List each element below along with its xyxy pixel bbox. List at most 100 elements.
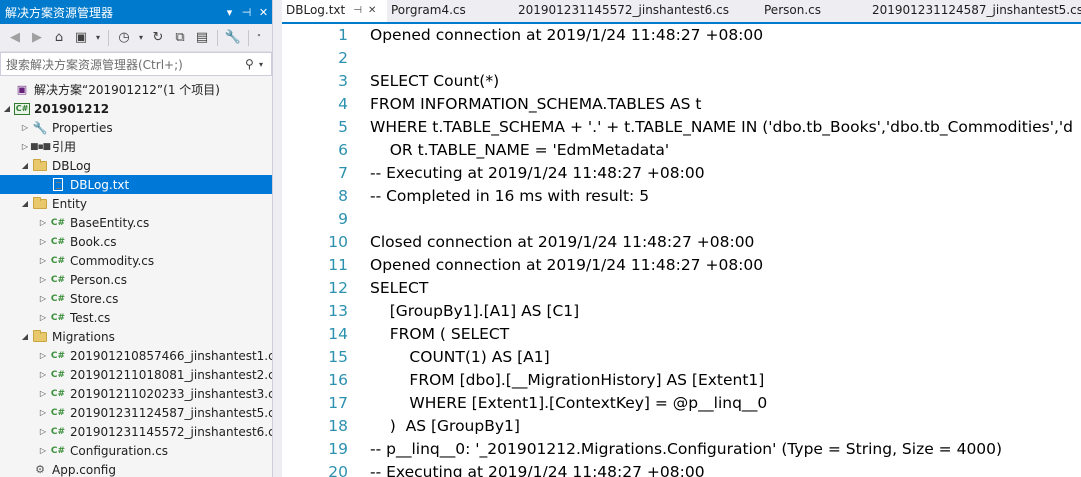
code-line[interactable]: 15 COUNT(1) AS [A1] xyxy=(282,345,549,368)
csharp-file-icon: C# xyxy=(50,293,66,304)
code-line[interactable]: 4 FROM INFORMATION_SCHEMA.TABLES AS t xyxy=(282,92,701,115)
tree-item-label: 解决方案“201901212”(1 个项目) xyxy=(34,83,220,97)
window-position-dropdown-icon[interactable]: ▾ xyxy=(221,6,238,19)
code-line[interactable]: 2 xyxy=(282,46,370,69)
code-line[interactable]: 9 xyxy=(282,207,370,230)
tree-item[interactable]: ▷ 🔧 Properties xyxy=(0,118,272,137)
tree-item[interactable]: ▷ C# 201901211018081_jinshantest2.c xyxy=(0,365,272,384)
pending-changes-filter-icon[interactable]: ◷ xyxy=(114,28,134,48)
properties-wrench-icon[interactable]: 🔧 xyxy=(223,28,243,48)
collapsed-arrow-icon[interactable]: ▷ xyxy=(36,218,50,227)
sync-refresh-icon[interactable]: ↻ xyxy=(148,28,168,48)
tree-item[interactable]: ◢ DBLog xyxy=(0,156,272,175)
back-icon[interactable]: ◀ xyxy=(5,28,25,48)
code-line[interactable]: 6 OR t.TABLE_NAME = 'EdmMetadata' xyxy=(282,138,669,161)
code-line[interactable]: 11 Opened connection at 2019/1/24 11:48:2… xyxy=(282,253,763,276)
tab-document[interactable]: Porgram4.cs xyxy=(387,0,514,22)
code-line[interactable]: 5 WHERE t.TABLE_SCHEMA + '.' + t.TABLE_NA… xyxy=(282,115,1073,138)
tree-item[interactable]: ◢ Entity xyxy=(0,194,272,213)
tree-item[interactable]: DBLog.txt xyxy=(0,175,272,194)
tab-close-icon[interactable]: ✕ xyxy=(368,5,376,16)
collapsed-arrow-icon[interactable]: ▷ xyxy=(36,275,50,284)
collapsed-arrow-icon[interactable]: ▷ xyxy=(36,446,50,455)
panel-splitter[interactable] xyxy=(273,0,282,477)
code-text: -- p__linq__0: '_201901212.Migrations.Co… xyxy=(370,439,1003,458)
code-line[interactable]: 16 FROM [dbo].[__MigrationHistory] AS [E… xyxy=(282,368,764,391)
search-input[interactable]: 搜索解决方案资源管理器(Ctrl+;) xyxy=(6,56,245,73)
collapsed-arrow-icon[interactable]: ▷ xyxy=(36,351,50,360)
collapse-all-icon[interactable]: ⧉ xyxy=(170,28,190,48)
tree-item[interactable]: ▷ C# 201901231124587_jinshantest5.c xyxy=(0,403,272,422)
collapsed-arrow-icon[interactable]: ▷ xyxy=(36,313,50,322)
code-line[interactable]: 17 WHERE [Extent1].[ContextKey] = @p__li… xyxy=(282,391,767,414)
tree-item[interactable]: ◢ C# 201901212 xyxy=(0,99,272,118)
text-editor[interactable]: 1 Opened connection at 2019/1/24 11:48:27… xyxy=(282,24,1081,477)
code-line[interactable]: 13 [GroupBy1].[A1] AS [C1] xyxy=(282,299,579,322)
tree-item-label: App.config xyxy=(52,462,116,477)
tab-pin-icon[interactable]: ⊣ xyxy=(353,5,362,16)
tree-item-label: Book.cs xyxy=(70,234,117,249)
tree-item[interactable]: ▷ C# 201901211020233_jinshantest3.c xyxy=(0,384,272,403)
csharp-file-icon: C# xyxy=(50,407,66,418)
tree-item[interactable]: ▷ C# BaseEntity.cs xyxy=(0,213,272,232)
code-text: -- Completed in 16 ms with result: 5 xyxy=(370,186,650,205)
toolbar-separator xyxy=(248,29,249,46)
tab-document[interactable]: 201901231124587_jinshantest5.cs xyxy=(868,0,1081,22)
expanded-arrow-icon[interactable]: ◢ xyxy=(18,332,32,341)
collapsed-arrow-icon[interactable]: ▷ xyxy=(36,370,50,379)
code-line[interactable]: 12 SELECT xyxy=(282,276,428,299)
pending-changes-dropdown-icon[interactable]: ▾ xyxy=(136,28,146,48)
switch-views-dropdown-icon[interactable]: ▾ xyxy=(93,28,103,48)
expanded-arrow-icon[interactable]: ◢ xyxy=(18,161,32,170)
tree-item[interactable]: ▷ C# Store.cs xyxy=(0,289,272,308)
tree-item[interactable]: ▷ C# Test.cs xyxy=(0,308,272,327)
tree-item[interactable]: ▷ C# Book.cs xyxy=(0,232,272,251)
code-line[interactable]: 1 Opened connection at 2019/1/24 11:48:27… xyxy=(282,24,763,46)
tree-item[interactable]: ◢ Migrations xyxy=(0,327,272,346)
collapsed-arrow-icon[interactable]: ▷ xyxy=(18,123,32,132)
tab-document[interactable]: 201901231145572_jinshantest6.cs xyxy=(514,0,760,22)
tree-item[interactable]: ▷ C# Person.cs xyxy=(0,270,272,289)
switch-views-icon[interactable]: ▣ xyxy=(71,28,91,48)
solution-explorer-panel: 解决方案资源管理器 ▾ ⊣ ✕ ◀ ▶ ⌂ ▣ ▾ ◷ ▾ ↻ ⧉ ▤ 🔧 " … xyxy=(0,0,273,477)
forward-icon[interactable]: ▶ xyxy=(27,28,47,48)
expanded-arrow-icon[interactable]: ◢ xyxy=(0,104,14,113)
search-icon[interactable]: ⚲ xyxy=(245,57,259,71)
code-line[interactable]: 3 SELECT Count(*) xyxy=(282,69,499,92)
tab-label: Porgram4.cs xyxy=(391,3,466,17)
collapsed-arrow-icon[interactable]: ▷ xyxy=(36,256,50,265)
tab-document[interactable]: Person.cs xyxy=(760,0,868,22)
code-text: WHERE [Extent1].[ContextKey] = @p__linq_… xyxy=(370,393,768,412)
home-icon[interactable]: ⌂ xyxy=(49,28,69,48)
auto-hide-pin-icon[interactable]: ⊣ xyxy=(238,6,255,19)
collapsed-arrow-icon[interactable]: ▷ xyxy=(36,408,50,417)
toolbar-overflow-icon[interactable]: " xyxy=(254,28,264,48)
collapsed-arrow-icon[interactable]: ▷ xyxy=(36,389,50,398)
tree-item[interactable]: ▷ C# 201901210857466_jinshantest1.c xyxy=(0,346,272,365)
collapsed-arrow-icon[interactable]: ▷ xyxy=(36,237,50,246)
code-line[interactable]: 10 Closed connection at 2019/1/24 11:48:2… xyxy=(282,230,754,253)
collapsed-arrow-icon[interactable]: ▷ xyxy=(36,294,50,303)
tree-item[interactable]: ⚙ App.config xyxy=(0,460,272,477)
tree-item[interactable]: ▷ C# 201901231145572_jinshantest6.c xyxy=(0,422,272,441)
close-panel-icon[interactable]: ✕ xyxy=(255,6,272,19)
tree-item[interactable]: ▷ C# Commodity.cs xyxy=(0,251,272,270)
expanded-arrow-icon[interactable]: ◢ xyxy=(18,199,32,208)
line-number: 6 xyxy=(338,140,348,159)
code-line[interactable]: 19 -- p__linq__0: '_201901212.Migrations.… xyxy=(282,437,1002,460)
tree-item[interactable]: ▷ ■▪■ 引用 xyxy=(0,137,272,156)
tree-item[interactable]: ▷ C# Configuration.cs xyxy=(0,441,272,460)
solution-explorer-search[interactable]: 搜索解决方案资源管理器(Ctrl+;) ⚲ ▾ xyxy=(0,52,272,76)
code-line[interactable]: 7 -- Executing at 2019/1/24 11:48:27 +08:… xyxy=(282,161,704,184)
code-line[interactable]: 20 -- Executing at 2019/1/24 11:48:27 +08… xyxy=(282,460,704,477)
code-line[interactable]: 8 -- Completed in 16 ms with result: 5 xyxy=(282,184,649,207)
code-line[interactable]: 18 ) AS [GroupBy1] xyxy=(282,414,520,437)
search-options-dropdown-icon[interactable]: ▾ xyxy=(259,60,271,69)
line-number: 2 xyxy=(338,48,348,67)
code-line[interactable]: 14 FROM ( SELECT xyxy=(282,322,509,345)
show-all-files-icon[interactable]: ▤ xyxy=(192,28,212,48)
tree-item[interactable]: ▣ 解决方案“201901212”(1 个项目) xyxy=(0,80,272,99)
tab-dblog-txt[interactable]: DBLog.txt ⊣ ✕ xyxy=(282,0,387,22)
tree-item-label: 201901210857466_jinshantest1.c xyxy=(70,348,272,363)
collapsed-arrow-icon[interactable]: ▷ xyxy=(36,427,50,436)
